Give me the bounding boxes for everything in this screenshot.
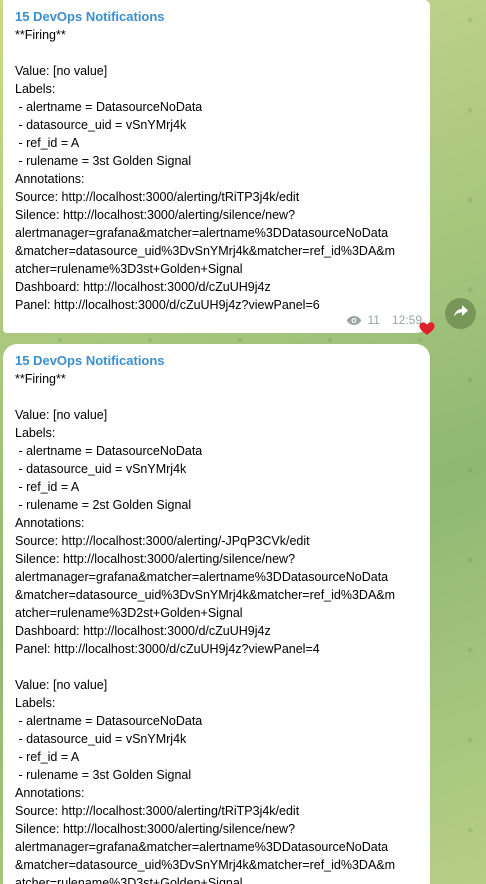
message-line: **Firing**	[15, 28, 66, 42]
message-line: Value: [no value]	[15, 408, 108, 422]
message-bubble[interactable]: 15 DevOps Notifications **Firing** Value:…	[3, 344, 430, 884]
message-line: Value: [no value]	[15, 64, 108, 78]
message-bubble[interactable]: 15 DevOps Notifications **Firing** Value:…	[3, 0, 435, 335]
message-line: &matcher=datasource_uid%3DvSnYMrj4k&matc…	[15, 858, 396, 872]
message-line: atcher=rulename%3D2st+Golden+Signal	[15, 606, 243, 620]
message-line: - datasource_uid = vSnYMrj4k	[15, 732, 187, 746]
message-line: Annotations:	[15, 172, 85, 186]
message-line: Panel: http://localhost:3000/d/cZuUH9j4z…	[15, 642, 320, 656]
message-line	[15, 44, 420, 62]
message-line: **Firing**	[15, 372, 66, 386]
message-line: Silence: http://localhost:3000/alerting/…	[15, 552, 296, 566]
message-line: Dashboard: http://localhost:3000/d/cZuUH…	[15, 280, 271, 294]
sender-name[interactable]: 15 DevOps Notifications	[15, 8, 420, 25]
message-line: - rulename = 3st Golden Signal	[15, 154, 192, 168]
message-line: alertmanager=grafana&matcher=alertname%3…	[15, 840, 389, 854]
message-line	[15, 658, 420, 676]
heart-icon[interactable]	[418, 319, 436, 337]
message-line: - rulename = 2st Golden Signal	[15, 498, 192, 512]
message-line: atcher=rulename%3D3st+Golden+Signal	[15, 876, 243, 884]
eye-icon	[346, 315, 362, 326]
message-line: - datasource_uid = vSnYMrj4k	[15, 118, 187, 132]
message-line: - ref_id = A	[15, 480, 80, 494]
message-line	[15, 388, 420, 406]
message-line: - alertname = DatasourceNoData	[15, 714, 203, 728]
message-line: Annotations:	[15, 786, 85, 800]
message-text: **Firing** Value: [no value] Labels: - ale…	[15, 370, 420, 884]
message-line: &matcher=datasource_uid%3DvSnYMrj4k&matc…	[15, 244, 396, 258]
sender-name[interactable]: 15 DevOps Notifications	[15, 352, 420, 369]
message-line: - datasource_uid = vSnYMrj4k	[15, 462, 187, 476]
message-line: alertmanager=grafana&matcher=alertname%3…	[15, 226, 389, 240]
message-line: - ref_id = A	[15, 750, 80, 764]
message-line: - alertname = DatasourceNoData	[15, 444, 203, 458]
message-line: Labels:	[15, 426, 56, 440]
message-line: Silence: http://localhost:3000/alerting/…	[15, 208, 296, 222]
view-count: 11	[367, 313, 380, 327]
message-line: alertmanager=grafana&matcher=alertname%3…	[15, 570, 389, 584]
message-line: Labels:	[15, 696, 56, 710]
forward-button[interactable]	[445, 298, 476, 329]
message-line: Source: http://localhost:3000/alerting/-…	[15, 534, 310, 548]
message-line: - rulename = 3st Golden Signal	[15, 768, 192, 782]
message-text: **Firing** Value: [no value] Labels: - ale…	[15, 26, 420, 314]
message-line: &matcher=datasource_uid%3DvSnYMrj4k&matc…	[15, 588, 396, 602]
message-line: Annotations:	[15, 516, 85, 530]
message-line: Dashboard: http://localhost:3000/d/cZuUH…	[15, 624, 271, 638]
message-line: atcher=rulename%3D3st+Golden+Signal	[15, 262, 243, 276]
message-line: Source: http://localhost:3000/alerting/t…	[15, 190, 300, 204]
message-line: - ref_id = A	[15, 136, 80, 150]
message-line: Source: http://localhost:3000/alerting/t…	[15, 804, 300, 818]
message-meta: 11 12:59	[346, 311, 422, 329]
message-line: Labels:	[15, 82, 56, 96]
forward-arrow-icon	[453, 304, 469, 323]
message-line: Value: [no value]	[15, 678, 108, 692]
message-line: - alertname = DatasourceNoData	[15, 100, 203, 114]
message-line: Silence: http://localhost:3000/alerting/…	[15, 822, 296, 836]
